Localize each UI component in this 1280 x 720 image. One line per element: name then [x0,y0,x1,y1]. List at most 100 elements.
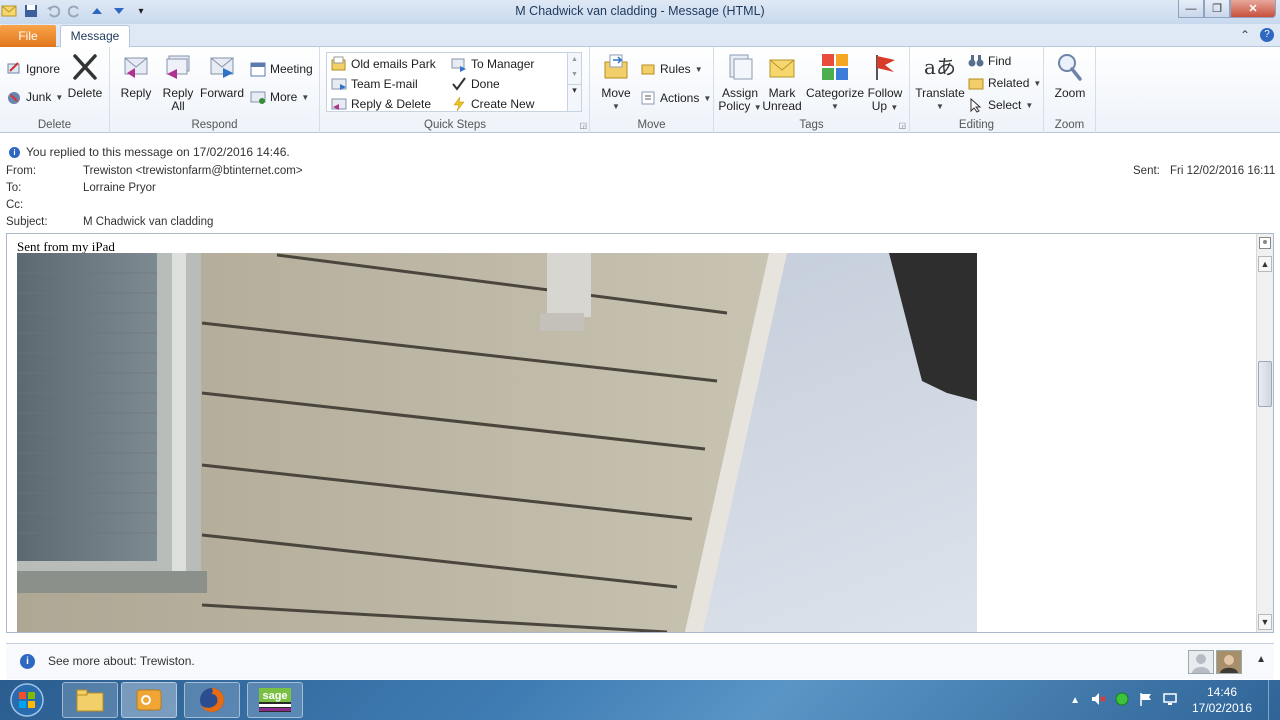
reply-icon [120,51,152,83]
meeting-button[interactable]: Meeting [250,61,313,77]
collapse-ribbon-icon[interactable]: ⌃ [1240,28,1250,42]
zoom-button[interactable]: Zoom [1050,51,1090,100]
subject-value: M Chadwick van cladding [83,216,214,228]
subject-label: Subject: [6,216,48,228]
show-desktop-button[interactable] [1268,680,1280,720]
reply-status-text: You replied to this message on 17/02/201… [26,145,290,159]
forward-button[interactable]: Forward [200,51,244,100]
system-tray: ▲ 14:46 17/02/2016 [1070,680,1280,720]
cc-label: Cc: [6,199,24,211]
related-icon [968,75,984,91]
assign-policy-button[interactable]: Assign Policy ▼ [718,51,762,114]
tags-group: Assign Policy ▼ Mark Unread Categorize ▼… [714,47,910,133]
find-button[interactable]: Find [968,53,1011,69]
group-label-tags: Tags [799,119,824,131]
more-icon [250,89,266,105]
delete-x-icon [69,51,101,83]
follow-up-button[interactable]: Follow Up ▼ [866,51,904,114]
to-label: To: [6,182,22,194]
help-icon[interactable]: ? [1260,28,1274,42]
taskbar-sage[interactable]: sage [247,682,303,718]
minimize-button[interactable]: — [1178,0,1204,18]
show-hidden-icons[interactable]: ▲ [1070,695,1080,706]
scroll-thumb[interactable] [1258,361,1272,407]
delete-button[interactable]: Delete [66,51,104,100]
network-icon[interactable] [1162,691,1178,710]
people-pane-toggle-icon[interactable] [1259,237,1271,249]
taskbar-outlook[interactable] [121,682,177,718]
clock[interactable]: 14:46 17/02/2016 [1182,684,1262,716]
scroll-down-arrow[interactable]: ▼ [1258,614,1272,630]
start-button[interactable] [4,681,50,719]
actions-icon [640,90,656,106]
quick-steps-dialog-launcher[interactable]: ◲ [579,121,587,130]
editing-group: aあ Translate ▼ Find Related ▼ Select ▼ Edi… [910,47,1044,133]
close-button[interactable]: ✕ [1230,0,1276,18]
taskbar-firefox[interactable] [184,682,240,718]
reply-all-icon [162,51,194,83]
ribbon-tabs: File Message ⌃ ? [0,24,1280,48]
magnifier-icon [1054,51,1086,83]
tab-message[interactable]: Message [60,25,130,48]
flag-icon [869,51,901,83]
mark-unread-icon [766,51,798,83]
group-label-editing: Editing [958,119,995,131]
firefox-icon [200,688,224,712]
group-label-move: Move [637,119,666,131]
translate-icon: aあ [924,54,956,79]
taskbar-explorer[interactable] [62,682,118,718]
contact-avatar-photo[interactable] [1216,650,1242,674]
delete-group: Ignore Junk ▼ Delete Delete [0,47,110,133]
cursor-icon [968,97,984,113]
to-value[interactable]: Lorraine Pryor [83,182,156,194]
reply-all-button[interactable]: Reply All [158,51,198,113]
from-value[interactable]: Trewiston <trewistonfarm@btinternet.com> [83,165,303,177]
people-pane-text[interactable]: See more about: Trewiston. [48,654,195,668]
quick-steps-label-wrap: Quick Steps ◲ [320,47,590,133]
from-label: From: [6,165,37,177]
junk-icon [6,89,22,105]
status-green-icon[interactable] [1114,691,1130,710]
scroll-up-arrow[interactable]: ▲ [1258,256,1272,272]
sage-icon: sage [259,688,291,712]
reply-button[interactable]: Reply [116,51,156,100]
actions-button[interactable]: Actions ▼ [640,90,711,106]
volume-muted-icon[interactable] [1090,691,1106,710]
move-button[interactable]: Move ▼ [596,51,636,113]
junk-button[interactable]: Junk ▼ [6,89,63,105]
info-bar: i You replied to this message on 17/02/2… [0,143,290,161]
forward-icon [206,51,238,83]
rules-button[interactable]: Rules ▼ [640,61,703,77]
restore-button[interactable]: ❐ [1204,0,1230,18]
tags-dialog-launcher[interactable]: ◲ [898,121,906,130]
respond-group: Reply Reply All Forward Meeting More ▼ Re… [110,47,320,133]
attached-photo[interactable] [17,253,977,632]
ignore-button[interactable]: Ignore [6,61,60,77]
sent-value: Fri 12/02/2016 16:11 [1170,165,1276,177]
tab-file[interactable]: File [0,25,56,47]
body-scrollbar[interactable]: ▲ ▼ [1256,234,1273,632]
action-center-flag-icon[interactable] [1138,691,1154,710]
move-group: Move ▼ Rules ▼ Actions ▼ Move [590,47,714,133]
info-icon: i [20,654,35,669]
move-folder-icon [600,51,632,83]
more-respond-button[interactable]: More ▼ [250,89,309,105]
svg-text:sage: sage [262,690,287,702]
title-bar: ▾ M Chadwick van cladding - Message (HTM… [0,0,1280,24]
clock-time: 14:46 [1206,685,1238,699]
related-button[interactable]: Related ▼ [968,75,1041,91]
group-label-zoom: Zoom [1054,119,1085,131]
binoculars-icon [968,53,984,69]
contact-avatar-placeholder[interactable] [1188,650,1214,674]
ignore-icon [6,61,22,77]
group-label-delete: Delete [37,119,72,131]
expand-people-pane-icon[interactable]: ▲ [1256,654,1266,665]
rules-icon [640,61,656,77]
select-button[interactable]: Select ▼ [968,97,1033,113]
clock-date: 17/02/2016 [1191,701,1253,715]
message-body[interactable]: Sent from my iPad ▲ ▼ [6,233,1274,633]
mark-unread-button[interactable]: Mark Unread [762,51,802,113]
window-title: M Chadwick van cladding - Message (HTML) [515,4,765,18]
categorize-button[interactable]: Categorize ▼ [804,51,866,113]
translate-button[interactable]: aあ Translate ▼ [914,51,966,113]
